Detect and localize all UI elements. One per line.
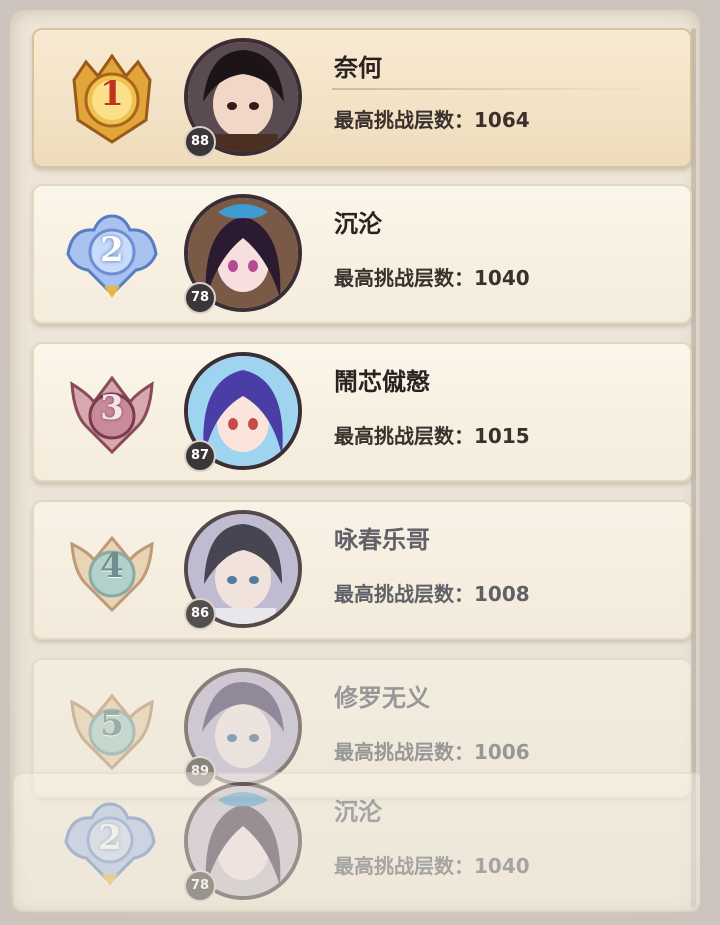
player-name: 咏春乐哥	[334, 526, 430, 554]
rank-number: 3	[100, 388, 124, 428]
score-text: 最高挑战层数：1040	[334, 262, 530, 291]
score-value: 1040	[474, 266, 530, 290]
gold-crown-badge-icon: 1	[64, 50, 160, 146]
silver-wing-badge-icon: 2	[62, 794, 158, 890]
leaderboard-row[interactable]: 3 87 鬧芯僦慤 最高挑战层数：1015	[32, 342, 692, 482]
player-name: 奈何	[334, 54, 382, 82]
level-badge: 87	[184, 440, 216, 472]
level-badge: 86	[184, 598, 216, 630]
level-badge: 78	[184, 282, 216, 314]
score-value: 1015	[474, 424, 530, 448]
plain-horn-badge-icon: 5	[64, 680, 160, 776]
plain-horn-badge-icon: 4	[64, 522, 160, 618]
score-label: 最高挑战层数：	[334, 854, 474, 878]
score-label: 最高挑战层数：	[334, 108, 474, 132]
level-badge: 88	[184, 126, 216, 158]
divider	[332, 88, 662, 90]
leaderboard-row[interactable]: 1 88 奈何 最高挑战层数：1064	[32, 28, 692, 168]
rank-number: 1	[100, 74, 124, 114]
score-text: 最高挑战层数：1040	[334, 850, 530, 879]
score-label: 最高挑战层数：	[334, 740, 474, 764]
player-name: 沉沦	[334, 210, 382, 238]
rank-number: 4	[100, 546, 124, 586]
level-badge: 78	[184, 870, 216, 902]
bronze-horn-badge-icon: 3	[64, 364, 160, 460]
score-text: 最高挑战层数：1064	[334, 104, 530, 133]
silver-wing-badge-icon: 2	[64, 206, 160, 302]
score-value: 1040	[474, 854, 530, 878]
rank-number: 2	[98, 818, 122, 858]
player-name: 鬧芯僦慤	[334, 368, 430, 396]
score-text: 最高挑战层数：1006	[334, 736, 530, 765]
score-text: 最高挑战层数：1008	[334, 578, 530, 607]
score-text: 最高挑战层数：1015	[334, 420, 530, 449]
leaderboard-row[interactable]: 4 86 咏春乐哥 最高挑战层数：1008	[32, 500, 692, 640]
score-value: 1008	[474, 582, 530, 606]
player-name: 沉沦	[334, 798, 382, 826]
score-label: 最高挑战层数：	[334, 582, 474, 606]
rank-number: 5	[100, 704, 124, 744]
score-label: 最高挑战层数：	[334, 424, 474, 448]
score-value: 1006	[474, 740, 530, 764]
score-label: 最高挑战层数：	[334, 266, 474, 290]
leaderboard-panel: 1 88 奈何 最高挑战层数：1064 2 78 沉沦 最高挑战层数：1040 …	[10, 10, 700, 915]
player-name: 修罗无义	[334, 684, 430, 712]
score-value: 1064	[474, 108, 530, 132]
rank-number: 2	[100, 230, 124, 270]
my-rank-row[interactable]: 2 78 沉沦 最高挑战层数：1040	[12, 772, 700, 912]
leaderboard-row[interactable]: 2 78 沉沦 最高挑战层数：1040	[32, 184, 692, 324]
